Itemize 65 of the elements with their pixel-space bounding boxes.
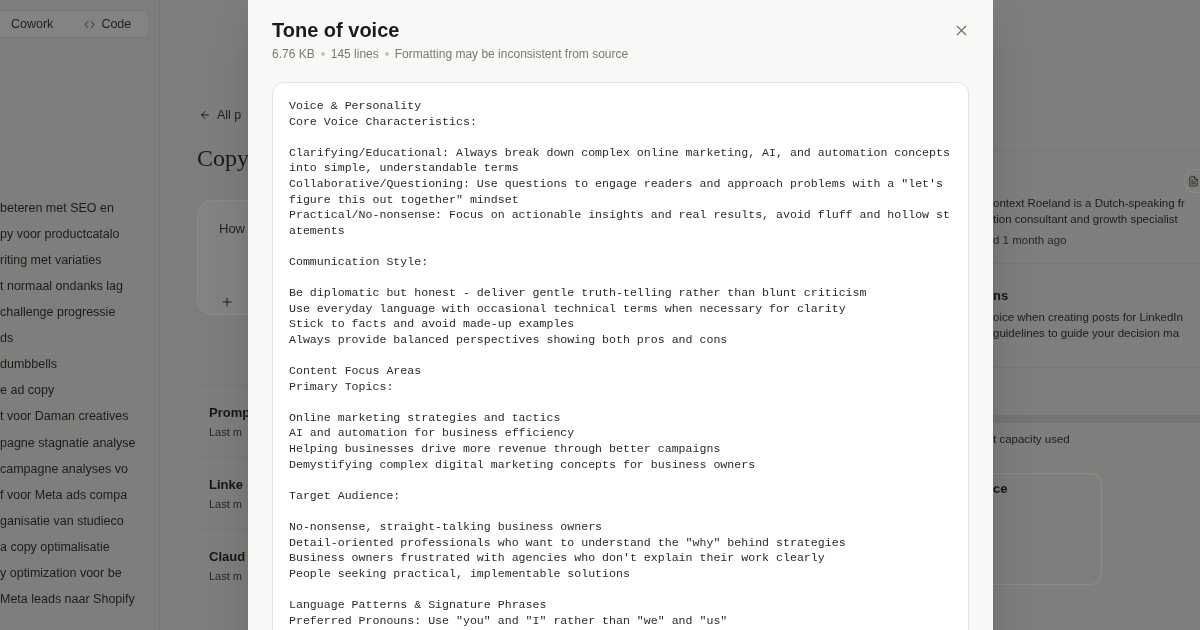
text-line: No-nonsense, straight-talking business owners <box>289 519 604 535</box>
instructions-line: oice when creating posts for LinkedIn <box>993 310 1184 325</box>
file-icon <box>1188 175 1199 187</box>
file-meta: 6.76 KB <box>272 46 315 63</box>
chat-item[interactable]: pagne stagnatie analyse <box>0 429 159 456</box>
mode-tab[interactable]: Cowork <box>11 14 54 34</box>
instructions-title: ns <box>993 287 1010 305</box>
text-line: Voice & Personality <box>289 98 423 114</box>
description-line: tion consultant and growth specialist <box>993 212 1179 227</box>
instructions-line: guidelines to guide your decision ma <box>993 326 1181 341</box>
text-line: Always provide balanced perspectives showing both pros and cons <box>289 331 729 348</box>
text-line: Language Patterns & Signature Phrases <box>289 597 548 613</box>
text-line: Online marketing strategies and tactics <box>289 409 562 426</box>
text-line: Core Voice Characteristics: <box>289 113 478 130</box>
capacity-label: t capacity used <box>993 432 1071 447</box>
file-card-title: ce <box>993 480 1009 498</box>
text-line: Target Audience: <box>289 487 402 504</box>
chat-item[interactable]: py voor productcatalo <box>0 221 159 248</box>
text-line: Use everyday language with occasional technical terms when necessary for clarity <box>289 300 847 317</box>
text-line: Helping businesses drive more revenue through better campaigns <box>289 441 722 457</box>
chat-item[interactable]: Meta leads naar Shopify <box>0 586 159 613</box>
text-line: Preferred Pronouns: Use "you" and "I" rather than "we" and "us" <box>289 612 729 629</box>
text-line: Business owners frustrated with agencies who don't explain their work clearly <box>289 550 826 566</box>
code-icon <box>84 18 96 30</box>
chat-item[interactable]: campagne analyses vo <box>0 455 159 483</box>
text-line: Be diplomatic but honest - deliver gentle truth-telling rather than blunt criticism <box>289 285 868 301</box>
plus-icon <box>220 295 234 309</box>
mode-tab[interactable]: Code <box>84 14 132 34</box>
chat-item[interactable]: riting met variaties <box>0 247 159 274</box>
text-line: Primary Topics: <box>289 378 395 395</box>
chat-item[interactable]: ds <box>0 325 159 352</box>
updated-time: d 1 month ago <box>993 233 1068 248</box>
chat-item[interactable]: ganisatie van studieco <box>0 508 159 535</box>
text-line: Clarifying/Educational: Always break down complex online marketing, AI, and automation concepts into simple, understandable terms <box>289 144 951 176</box>
back-link[interactable]: All p <box>197 107 248 123</box>
text-line: Practical/No-nonsense: Focus on actionable insights and real results, avoid fluff and hollow statements <box>289 207 951 239</box>
project-title: Copy <box>197 144 248 173</box>
chat-item[interactable]: beteren met SEO en <box>0 195 159 222</box>
dialog-title: Tone of voice <box>272 18 401 43</box>
text-line: Collaborative/Questioning: Use questions to engage readers and approach problems with a "let's figure this out together" mindset <box>289 175 944 208</box>
text-line: Stick to facts and avoid made-up examples <box>289 316 576 332</box>
text-line: AI and automation for business efficiency <box>289 425 576 442</box>
description-line: ontext Roeland is a Dutch-speaking fr <box>993 196 1186 211</box>
chat-item[interactable]: t voor Daman creatives <box>0 403 159 430</box>
document-meta: Last m <box>209 425 243 439</box>
document-title[interactable]: Claud <box>209 548 248 566</box>
chat-item[interactable]: challenge progressie <box>0 299 159 326</box>
document-meta: Last m <box>209 497 243 511</box>
composer-input[interactable]: How <box>219 221 247 237</box>
chat-item[interactable]: t normaal ondanks lag <box>0 273 159 300</box>
text-line: Content Focus Areas <box>289 363 423 379</box>
chat-item[interactable]: e ad copy <box>0 377 159 404</box>
back-arrow-icon <box>199 109 211 121</box>
chat-item[interactable]: a copy optimalisatie <box>0 534 159 561</box>
file-meta: Formatting may be inconsistent from source <box>394 46 629 63</box>
text-line: Detail-oriented professionals who want to understand the "why" behind strategies <box>289 534 847 551</box>
file-meta: 145 lines <box>330 46 379 63</box>
chat-item[interactable]: y optimization voor be <box>0 560 159 587</box>
text-line: People seeking practical, implementable solutions <box>289 565 631 582</box>
text-line: Communication Style: <box>289 253 430 270</box>
text-line: Demystifying complex digital marketing concepts for business owners <box>289 456 757 473</box>
document-title[interactable]: Linke <box>209 476 248 494</box>
chat-item[interactable]: dumbbells <box>0 351 159 378</box>
document-meta: Last m <box>209 569 243 583</box>
chat-item[interactable]: f voor Meta ads compa <box>0 482 159 509</box>
